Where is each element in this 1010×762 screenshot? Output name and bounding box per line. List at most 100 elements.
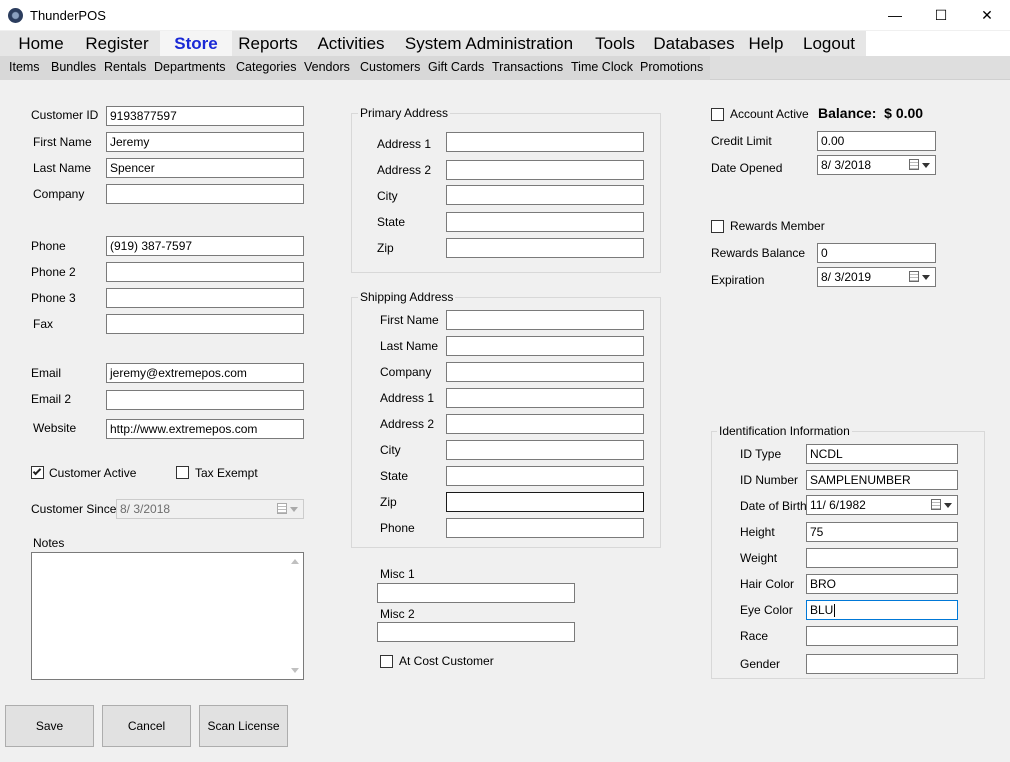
calendar-dropdown-icon[interactable]: [909, 270, 931, 284]
shipping-address-title: Shipping Address: [358, 290, 456, 304]
height-field[interactable]: 75: [806, 522, 958, 542]
shipping-company-label: Company: [380, 365, 432, 379]
id-type-field[interactable]: NCDL: [806, 444, 958, 464]
scroll-down-arrow-icon[interactable]: [291, 668, 299, 673]
shipping-address1-label: Address 1: [380, 391, 435, 405]
close-button[interactable]: ✕: [964, 0, 1010, 30]
phone3-field[interactable]: [106, 288, 304, 308]
credit-limit-field[interactable]: 0.00: [817, 131, 936, 151]
primary-state-field[interactable]: [446, 212, 644, 232]
shipping-phone-field[interactable]: [446, 518, 644, 538]
submenu-bundles[interactable]: Bundles: [51, 60, 96, 74]
submenu-customers[interactable]: Customers: [360, 60, 420, 74]
date-opened-datepicker[interactable]: 8/ 3/2018: [817, 155, 936, 175]
company-field[interactable]: [106, 184, 304, 204]
fax-field[interactable]: [106, 314, 304, 334]
race-field[interactable]: [806, 626, 958, 646]
title-bar: ThunderPOS — ☐ ✕: [0, 0, 1010, 31]
shipping-last-name-field[interactable]: [446, 336, 644, 356]
shipping-first-name-field[interactable]: [446, 310, 644, 330]
shipping-city-field[interactable]: [446, 440, 644, 460]
phone-field[interactable]: (919) 387-7597: [106, 236, 304, 256]
email-field[interactable]: jeremy@extremepos.com: [106, 363, 304, 383]
menu-databases[interactable]: Databases: [652, 31, 736, 56]
customer-since-datepicker[interactable]: 8/ 3/2018: [116, 499, 304, 519]
hair-color-field[interactable]: BRO: [806, 574, 958, 594]
shipping-company-field[interactable]: [446, 362, 644, 382]
menu-system-administration[interactable]: System Administration: [400, 31, 578, 56]
save-button[interactable]: Save: [5, 705, 94, 747]
primary-zip-field[interactable]: [446, 238, 644, 258]
menu-reports[interactable]: Reports: [234, 31, 302, 56]
misc2-field[interactable]: [377, 622, 575, 642]
at-cost-customer-checkbox[interactable]: [380, 655, 393, 668]
scroll-up-arrow-icon[interactable]: [291, 559, 299, 564]
last-name-field[interactable]: Spencer: [106, 158, 304, 178]
menu-register[interactable]: Register: [80, 31, 154, 56]
eye-color-field[interactable]: BLU: [806, 600, 958, 620]
minimize-button[interactable]: —: [872, 0, 918, 30]
maximize-button[interactable]: ☐: [918, 0, 964, 30]
calendar-dropdown-icon[interactable]: [931, 498, 953, 512]
shipping-zip-field[interactable]: [446, 492, 644, 512]
main-menu: Home Register Store Reports Activities S…: [0, 31, 1010, 56]
notes-textarea[interactable]: [31, 552, 304, 680]
menu-logout[interactable]: Logout: [796, 31, 862, 56]
submenu-departments[interactable]: Departments: [154, 60, 226, 74]
submenu-gift-cards[interactable]: Gift Cards: [428, 60, 484, 74]
scan-license-button[interactable]: Scan License: [199, 705, 288, 747]
shipping-last-name-label: Last Name: [380, 339, 439, 353]
at-cost-customer-label: At Cost Customer: [399, 654, 494, 668]
submenu-rentals[interactable]: Rentals: [104, 60, 146, 74]
date-opened-label: Date Opened: [711, 161, 783, 175]
menu-activities[interactable]: Activities: [310, 31, 392, 56]
menu-tools[interactable]: Tools: [586, 31, 644, 56]
submenu-promotions[interactable]: Promotions: [640, 60, 703, 74]
rewards-balance-field[interactable]: 0: [817, 243, 936, 263]
customer-active-checkbox[interactable]: [31, 466, 44, 479]
primary-address-title: Primary Address: [358, 106, 451, 120]
cancel-button[interactable]: Cancel: [102, 705, 191, 747]
id-number-field[interactable]: SAMPLENUMBER: [806, 470, 958, 490]
weight-field[interactable]: [806, 548, 958, 568]
shipping-address1-field[interactable]: [446, 388, 644, 408]
dob-datepicker[interactable]: 11/ 6/1982: [806, 495, 958, 515]
primary-address2-field[interactable]: [446, 160, 644, 180]
website-label: Website: [33, 421, 77, 435]
shipping-state-field[interactable]: [446, 466, 644, 486]
primary-city-field[interactable]: [446, 185, 644, 205]
calendar-dropdown-icon[interactable]: [277, 502, 299, 516]
notes-label: Notes: [33, 536, 65, 550]
menu-store[interactable]: Store: [160, 31, 232, 56]
menu-home[interactable]: Home: [10, 31, 72, 56]
submenu-vendors[interactable]: Vendors: [304, 60, 350, 74]
submenu-categories[interactable]: Categories: [236, 60, 296, 74]
account-active-checkbox[interactable]: [711, 108, 724, 121]
menu-help[interactable]: Help: [744, 31, 788, 56]
tax-exempt-checkbox[interactable]: [176, 466, 189, 479]
first-name-field[interactable]: Jeremy: [106, 132, 304, 152]
shipping-address2-field[interactable]: [446, 414, 644, 434]
submenu-transactions[interactable]: Transactions: [492, 60, 563, 74]
expiration-datepicker[interactable]: 8/ 3/2019: [817, 267, 936, 287]
primary-address2-label: Address 2: [377, 163, 432, 177]
calendar-dropdown-icon[interactable]: [909, 158, 931, 172]
email2-field[interactable]: [106, 390, 304, 410]
gender-field[interactable]: [806, 654, 958, 674]
rewards-member-checkbox[interactable]: [711, 220, 724, 233]
primary-city-label: City: [377, 189, 398, 203]
misc1-field[interactable]: [377, 583, 575, 603]
primary-address1-field[interactable]: [446, 132, 644, 152]
app-logo-icon: [8, 8, 23, 23]
website-field[interactable]: http://www.extremepos.com: [106, 419, 304, 439]
balance-label: Balance:: [818, 105, 877, 121]
phone3-label: Phone 3: [31, 291, 76, 305]
notes-scrollbar[interactable]: [287, 553, 303, 679]
submenu-time-clock[interactable]: Time Clock: [571, 60, 633, 74]
phone2-field[interactable]: [106, 262, 304, 282]
shipping-address2-label: Address 2: [380, 417, 435, 431]
customer-id-field[interactable]: 9193877597: [106, 106, 304, 126]
submenu-items[interactable]: Items: [9, 60, 40, 74]
height-label: Height: [740, 525, 775, 539]
misc1-label: Misc 1: [380, 567, 415, 581]
